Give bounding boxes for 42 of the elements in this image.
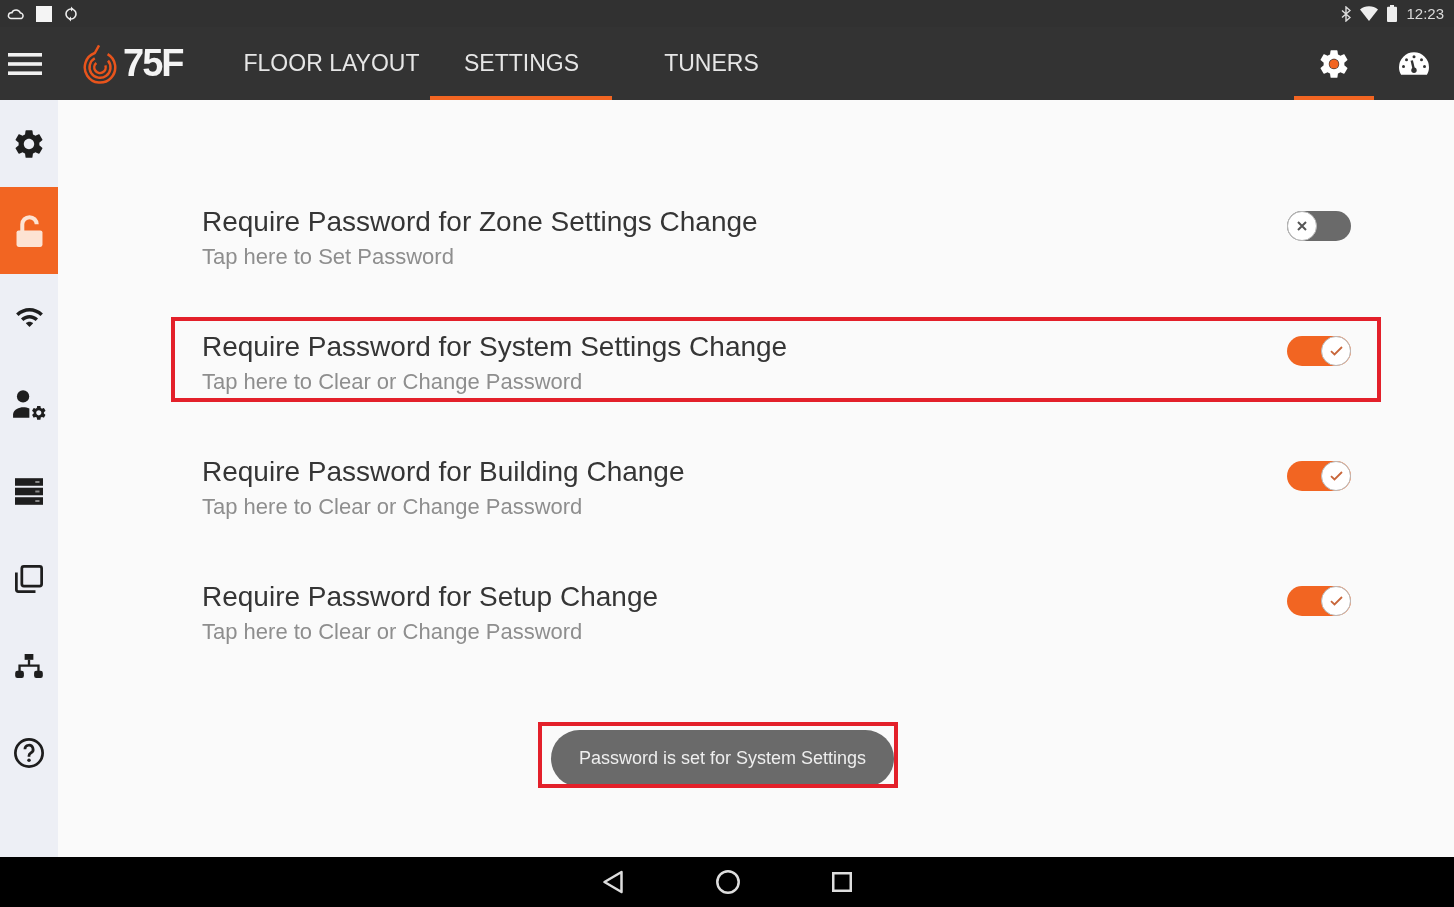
battery-icon	[1387, 5, 1398, 22]
setting-title: Require Password for Setup Change	[202, 581, 659, 613]
nav-tab[interactable]: FLOOR LAYOUT	[240, 27, 423, 100]
recents-icon[interactable]	[832, 872, 852, 892]
swirl-logo-icon	[83, 43, 117, 84]
check-icon	[1329, 596, 1343, 606]
gear-icon	[15, 129, 43, 158]
setting-title: Require Password for Zone Settings Change	[202, 206, 758, 238]
toggle-switch[interactable]	[1287, 461, 1351, 491]
setting-subtitle[interactable]: Tap here to Clear or Change Password	[202, 494, 583, 520]
gear-icon	[1320, 49, 1348, 78]
help-icon	[14, 737, 44, 768]
toggle-switch[interactable]	[1287, 336, 1351, 366]
sync-icon	[64, 5, 78, 22]
wifi-icon	[1360, 6, 1379, 21]
status-time: 12:23	[1406, 5, 1444, 22]
open-padlock-icon	[15, 214, 43, 247]
toggle-switch[interactable]	[1287, 211, 1351, 241]
check-icon	[1329, 471, 1343, 481]
bluetooth-icon	[1341, 5, 1352, 22]
setting-subtitle[interactable]: Tap here to Set Password	[202, 244, 454, 270]
logo-text: 75F	[123, 42, 183, 85]
setting-subtitle[interactable]: Tap here to Clear or Change Password	[202, 619, 583, 645]
wifi-icon	[15, 308, 43, 327]
setting-title: Require Password for Building Change	[202, 456, 685, 488]
toggle-switch[interactable]	[1287, 586, 1351, 616]
menu-icon[interactable]	[8, 52, 42, 75]
cloud-icon	[7, 7, 24, 20]
setting-subtitle[interactable]: Tap here to Clear or Change Password	[202, 369, 583, 395]
gauge-icon	[1399, 52, 1429, 75]
square-icon	[36, 5, 52, 22]
user-gear-icon	[12, 389, 46, 420]
check-icon	[1329, 346, 1343, 356]
network-icon	[15, 653, 43, 678]
server-rack-icon	[15, 478, 43, 505]
back-icon[interactable]	[602, 870, 624, 894]
home-icon[interactable]	[716, 870, 740, 894]
nav-tab[interactable]: TUNERS	[620, 27, 803, 100]
x-icon	[1297, 221, 1307, 231]
stacked-squares-icon	[15, 564, 43, 593]
toast-message: Password is set for System Settings	[551, 730, 895, 787]
setting-title: Require Password for System Settings Change	[202, 331, 788, 363]
